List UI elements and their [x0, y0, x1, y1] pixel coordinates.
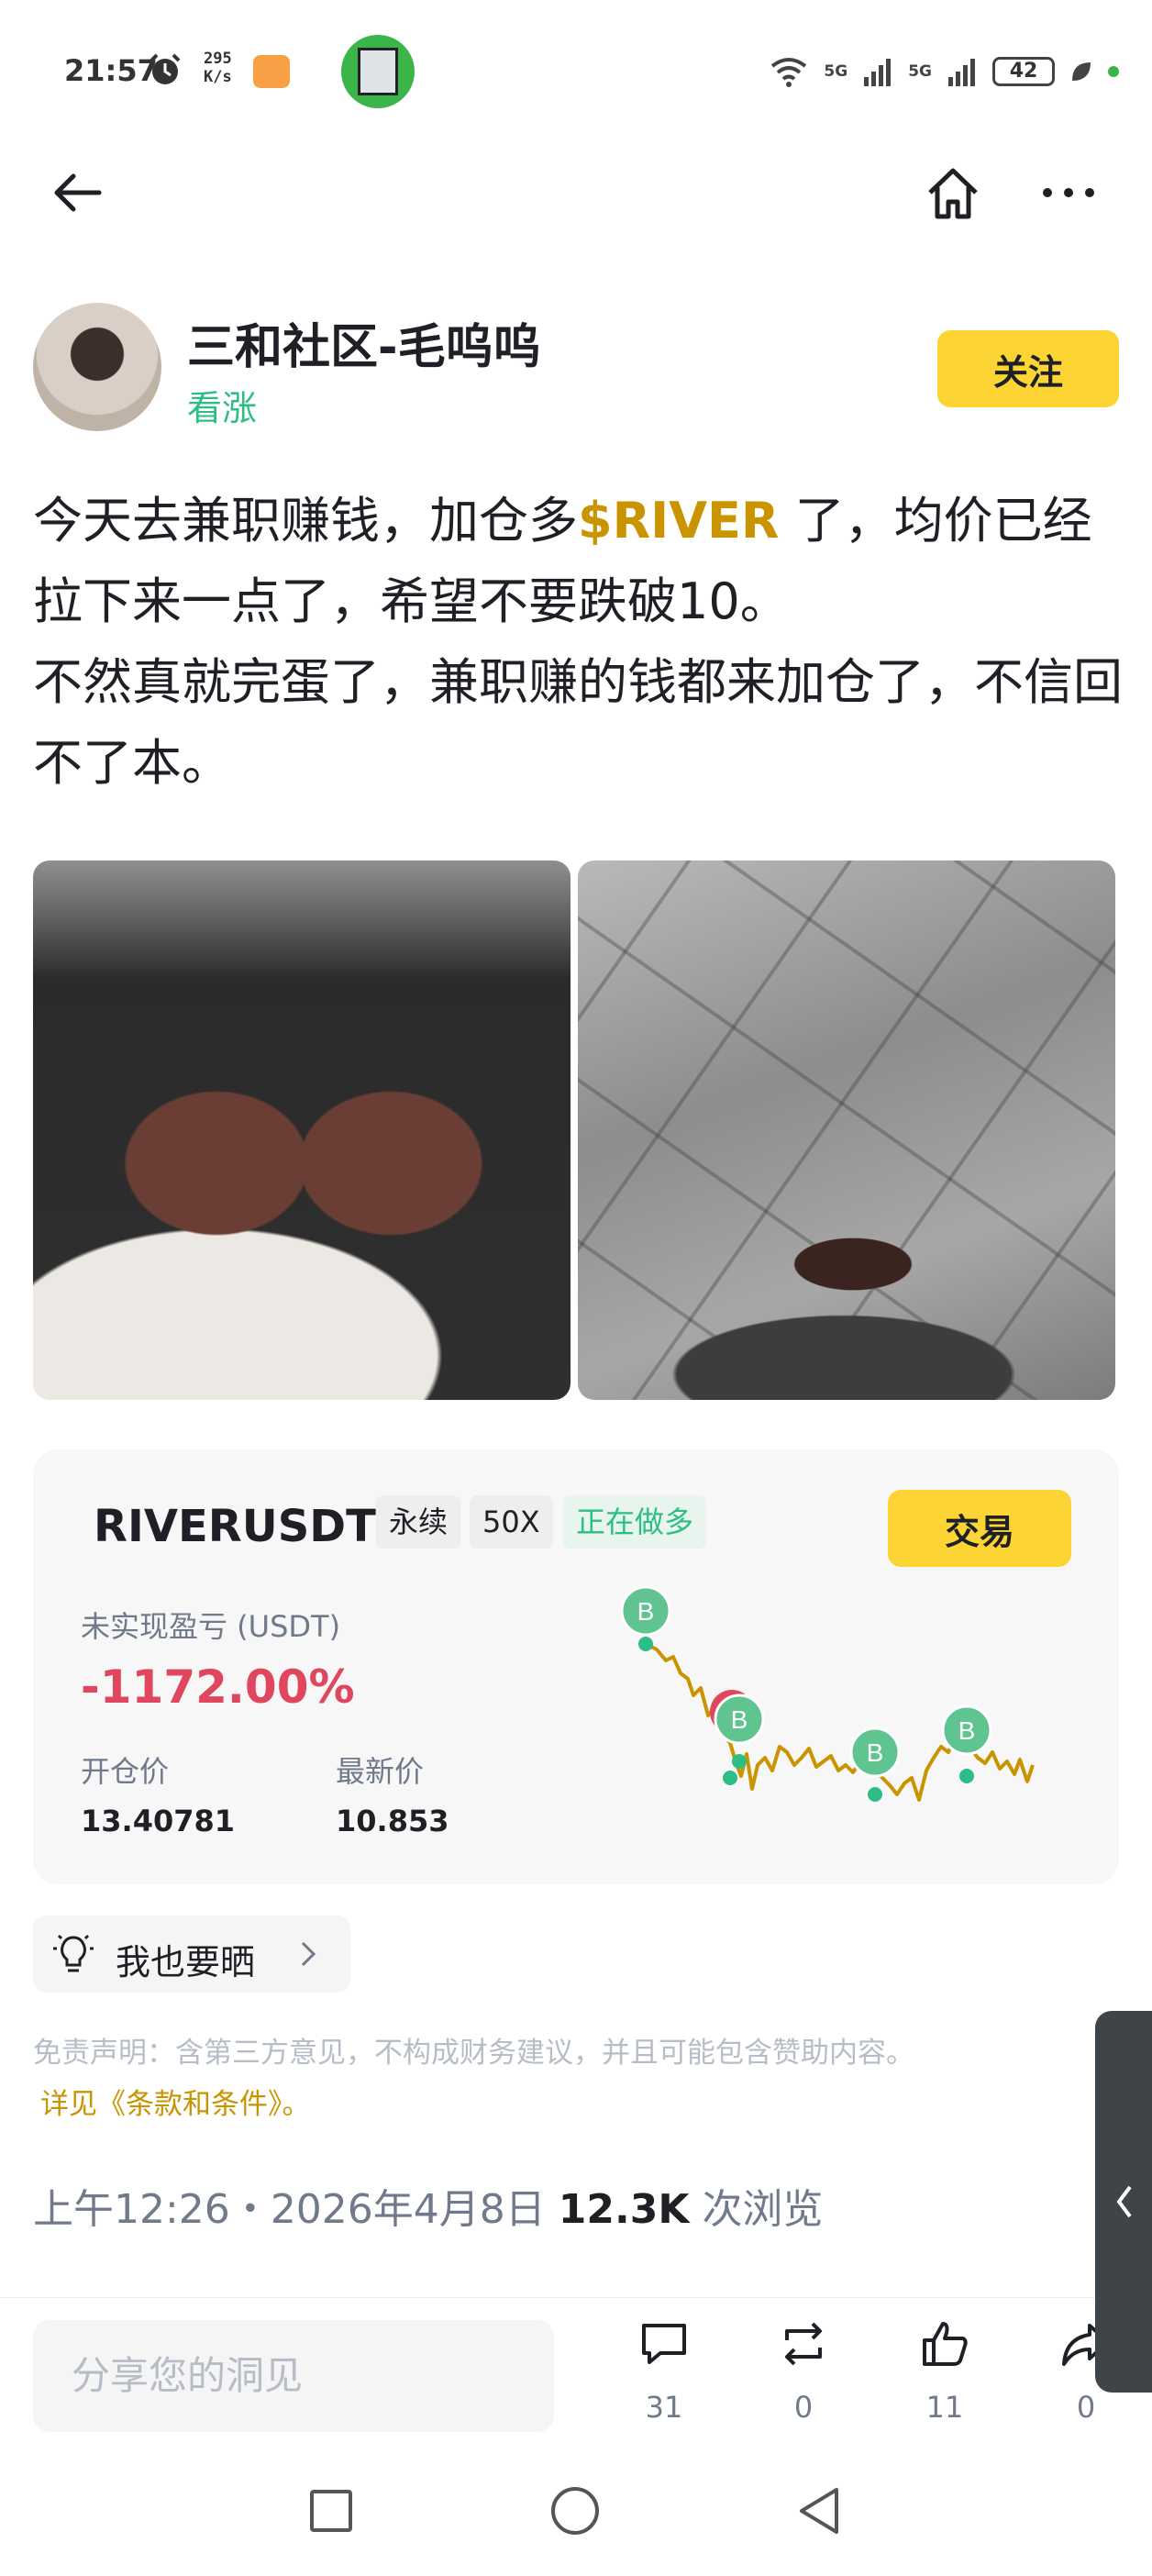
signal-icon — [864, 59, 892, 86]
signal-icon — [948, 59, 975, 86]
leaf-icon — [1072, 62, 1091, 81]
network-type-1: 5G — [824, 62, 848, 81]
buy-marker-label: B — [958, 1716, 976, 1745]
status-bar: 21:57 295 K/s 5G 5G 42 — [0, 0, 1152, 138]
wifi-icon — [771, 58, 807, 87]
buy-marker: B — [620, 1585, 671, 1637]
status-time: 21:57 — [64, 53, 158, 88]
like-button[interactable]: 11 — [899, 2316, 991, 2436]
share-count: 0 — [1076, 2390, 1096, 2425]
last-price-label: 最新价 — [336, 1754, 425, 1789]
bottom-action-bar: 分享您的洞见 31 0 11 0 — [0, 2297, 1152, 2444]
share-label: 我也要晒 — [116, 1942, 256, 1982]
post-content: 今天去兼职赚钱，加仓多$RIVER 了，均价已经拉下来一点了，希望不要跌破10。… — [33, 481, 1124, 804]
buy-marker-dot — [638, 1637, 653, 1651]
like-count: 11 — [925, 2390, 964, 2425]
battery-icon: 42 — [992, 57, 1055, 86]
share-position-button[interactable]: 我也要晒 — [33, 1915, 350, 1993]
views-count: 12.3K — [558, 2186, 690, 2233]
post-meta: 上午12:26・2026年4月8日 12.3K 次浏览 — [33, 2176, 823, 2235]
entry-price-label: 开仓价 — [81, 1754, 170, 1789]
comment-input[interactable]: 分享您的洞见 — [33, 2320, 554, 2432]
buy-marker-label: B — [867, 1738, 884, 1767]
buy-marker: B — [849, 1727, 901, 1778]
buy-marker-dot — [868, 1787, 882, 1802]
chevron-right-icon — [301, 1941, 316, 1967]
price-sparkline: B B B B — [620, 1585, 1035, 1802]
buy-marker: B — [941, 1704, 992, 1756]
post-text-part: 不然真就完蛋了，兼职赚的钱都来加仓了，不信回不了本。 — [33, 653, 1123, 792]
app-notification-icon — [253, 55, 290, 88]
home-icon[interactable] — [921, 161, 985, 226]
ticker-link[interactable]: $RIVER — [578, 492, 780, 550]
meta-separator: ・ — [229, 2186, 271, 2233]
post-image-1[interactable] — [33, 861, 570, 1400]
repost-button[interactable]: 0 — [758, 2316, 849, 2436]
floating-avatar[interactable] — [341, 35, 415, 108]
sentiment-tag: 看涨 — [187, 388, 258, 428]
position-symbol: RIVERUSDT — [94, 1501, 376, 1552]
status-dot — [1108, 66, 1119, 77]
repost-icon — [785, 2322, 822, 2366]
more-icon[interactable] — [1036, 165, 1101, 220]
network-type-2: 5G — [908, 62, 932, 81]
back-icon[interactable] — [46, 165, 110, 220]
post-image-2[interactable] — [578, 861, 1115, 1400]
comment-count: 31 — [645, 2390, 683, 2425]
side-drawer-handle[interactable] — [1095, 2011, 1152, 2393]
buy-marker-dot — [723, 1771, 737, 1785]
repost-count: 0 — [793, 2390, 814, 2425]
bulb-icon — [53, 1934, 94, 1972]
like-icon — [923, 2322, 968, 2366]
buy-marker-label: B — [731, 1705, 748, 1734]
buy-marker: B — [714, 1693, 765, 1745]
pnl-value: -1172.00% — [81, 1660, 355, 1714]
leverage-tag: 50X — [470, 1495, 553, 1549]
contract-type-tag: 永续 — [376, 1495, 461, 1549]
post-text-part: 今天去兼职赚钱，加仓多 — [33, 492, 578, 550]
comment-button[interactable]: 31 — [618, 2316, 710, 2436]
recent-apps-icon[interactable] — [299, 2479, 363, 2543]
comment-icon — [642, 2324, 686, 2364]
last-price-value: 10.853 — [336, 1804, 449, 1838]
position-side-tag: 正在做多 — [563, 1495, 707, 1549]
status-indicators: 5G 5G 42 — [769, 51, 1119, 92]
follow-button[interactable]: 关注 — [937, 330, 1119, 407]
entry-price-value: 13.40781 — [81, 1804, 236, 1838]
post-time: 上午12:26 — [33, 2186, 230, 2233]
author-header: 三和社区-毛呜呜 看涨 关注 — [33, 303, 1124, 440]
post-date: 2026年4月8日 — [270, 2186, 546, 2233]
author-avatar[interactable] — [33, 303, 161, 431]
back-triangle-icon[interactable] — [789, 2479, 853, 2543]
disclaimer: 免责声明：含第三方意见，不构成财务建议，并且可能包含赞助内容。 详见《条款和条件… — [33, 2027, 1088, 2130]
system-navigation — [0, 2459, 1152, 2576]
home-circle-icon[interactable] — [543, 2479, 607, 2543]
network-speed: 295 K/s — [204, 50, 232, 86]
buy-marker-label: B — [637, 1597, 655, 1626]
terms-link[interactable]: 详见《条款和条件》。 — [33, 2079, 1088, 2130]
trade-button[interactable]: 交易 — [888, 1490, 1071, 1567]
pnl-label: 未实现盈亏 (USDT) — [81, 1609, 341, 1644]
views-label: 次浏览 — [702, 2186, 824, 2233]
top-nav — [0, 147, 1152, 239]
buy-marker-dot — [959, 1769, 974, 1783]
position-card[interactable]: RIVERUSDT 永续 50X 正在做多 交易 未实现盈亏 (USDT) -1… — [33, 1449, 1119, 1884]
alarm-icon — [150, 53, 181, 84]
buy-marker-dot — [732, 1754, 747, 1769]
author-name[interactable]: 三和社区-毛呜呜 — [187, 308, 541, 377]
chevron-left-icon — [1116, 2185, 1132, 2218]
disclaimer-text: 免责声明：含第三方意见，不构成财务建议，并且可能包含赞助内容。 — [33, 2037, 914, 2070]
